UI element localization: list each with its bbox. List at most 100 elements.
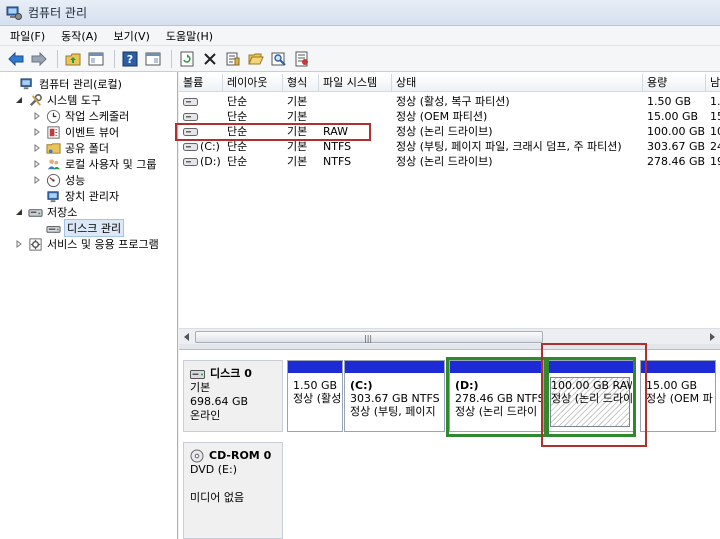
collapsed-triangle-icon[interactable]: [32, 143, 42, 153]
cell-status: 정상 (논리 드라이브): [396, 155, 493, 168]
menu-view[interactable]: 보기(V): [114, 28, 150, 44]
tree-label: 성능: [65, 174, 86, 187]
forward-arrow-icon[interactable]: [29, 49, 49, 69]
tree-item-local-users[interactable]: 로컬 사용자 및 그룹: [32, 156, 156, 172]
partition-c[interactable]: (C:) 303.67 GB NTFS 정상 (부팅, 페이지: [344, 360, 445, 432]
partition-oem[interactable]: 15.00 GB 정상 (OEM 파: [640, 360, 716, 432]
storage-icon: [28, 208, 43, 217]
clock-icon: [46, 109, 61, 123]
column-volume[interactable]: 볼륨: [179, 74, 223, 92]
disk-0-label[interactable]: 디스크 0 기본 698.64 GB 온라인: [183, 360, 283, 432]
cell-free-space: 24: [710, 140, 720, 153]
partition-text: 15.00 GB 정상 (OEM 파: [646, 379, 713, 405]
refresh-icon[interactable]: [177, 49, 197, 69]
search-icon[interactable]: [269, 49, 289, 69]
scrollbar-thumb[interactable]: |||: [195, 331, 543, 343]
column-layout[interactable]: 레이아웃: [223, 74, 283, 92]
table-row[interactable]: 단순 기본 정상 (OEM 파티션) 15.00 GB 15.: [179, 109, 720, 124]
volume-icon: [183, 143, 198, 151]
cell-capacity: 278.46 GB: [647, 155, 706, 168]
expanded-triangle-icon[interactable]: [14, 95, 24, 105]
column-capacity[interactable]: 용량: [643, 74, 706, 92]
menu-action[interactable]: 동작(A): [61, 28, 97, 44]
toolbar-separator: [171, 49, 172, 68]
expanded-triangle-icon[interactable]: [14, 207, 24, 217]
title-bar: 컴퓨터 관리: [0, 0, 720, 26]
horizontal-scrollbar[interactable]: |||: [179, 328, 720, 344]
menu-file[interactable]: 파일(F): [10, 28, 45, 44]
up-folder-icon[interactable]: [63, 49, 83, 69]
expander-icon[interactable]: [6, 79, 16, 89]
tree-label: 공유 폴더: [65, 142, 109, 155]
tree-label: 로컬 사용자 및 그룹: [65, 158, 157, 171]
show-hide-tree-icon[interactable]: [86, 49, 106, 69]
open-folder-icon[interactable]: [246, 49, 266, 69]
partition-text: 100.00 GB RAW 정상 (논리 드라이: [551, 379, 632, 405]
partition-text: (C:) 303.67 GB NTFS 정상 (부팅, 페이지: [350, 379, 440, 418]
window-title: 컴퓨터 관리: [28, 6, 88, 20]
collapsed-triangle-icon[interactable]: [14, 239, 24, 249]
tree-item-device-manager[interactable]: 장치 관리자: [32, 188, 119, 204]
collapsed-triangle-icon[interactable]: [32, 111, 42, 121]
scroll-left-arrow-icon[interactable]: [182, 332, 192, 342]
tree-item-performance[interactable]: 성능: [32, 172, 85, 188]
cell-status: 정상 (OEM 파티션): [396, 110, 488, 123]
cell-capacity: 100.00 GB: [647, 125, 706, 138]
table-row[interactable]: (C:) 단순 기본 NTFS 정상 (부팅, 페이지 파일, 크래시 덤프, …: [179, 139, 720, 154]
toolbar: ?: [0, 46, 720, 72]
svg-text:?: ?: [127, 53, 133, 66]
toolbar-separator: [57, 49, 58, 68]
collapsed-triangle-icon[interactable]: [32, 159, 42, 169]
tree-item-storage[interactable]: 저장소: [14, 204, 77, 220]
properties-icon[interactable]: [223, 49, 243, 69]
cdrom-0-title: CD-ROM 0: [209, 449, 272, 462]
scroll-right-arrow-icon[interactable]: [707, 332, 717, 342]
partition-raw[interactable]: 100.00 GB RAW 정상 (논리 드라이: [545, 360, 635, 432]
cdrom-0-label[interactable]: CD-ROM 0 DVD (E:) 미디어 없음: [183, 442, 283, 539]
cell-free-space: 10: [710, 125, 720, 138]
action-pane-icon[interactable]: [143, 49, 163, 69]
table-row[interactable]: 단순 기본 정상 (활성, 복구 파티션) 1.50 GB 1.5: [179, 94, 720, 109]
volume-icon: [183, 98, 198, 106]
partition-d[interactable]: (D:) 278.46 GB NTFS 정상 (논리 드라이: [449, 360, 544, 432]
cell-filesystem: NTFS: [323, 140, 352, 153]
expander-placeholder: [32, 191, 42, 201]
tree-item-event-viewer[interactable]: 이벤트 뷰어: [32, 124, 119, 140]
tree-item-shared-folders[interactable]: 공유 폴더: [32, 140, 109, 156]
column-filesystem[interactable]: 파일 시스템: [319, 74, 392, 92]
tree-item-computer-management[interactable]: 컴퓨터 관리(로컬): [6, 76, 122, 92]
delete-icon[interactable]: [200, 49, 220, 69]
help-icon[interactable]: ?: [120, 49, 140, 69]
export-list-icon[interactable]: [292, 49, 312, 69]
back-arrow-icon[interactable]: [6, 49, 26, 69]
tree-label: 컴퓨터 관리(로컬): [39, 78, 122, 91]
table-row[interactable]: 단순 기본 RAW 정상 (논리 드라이브) 100.00 GB 10: [179, 124, 720, 139]
computer-management-icon: [6, 6, 22, 20]
cell-volume: [179, 124, 223, 139]
cell-free-space: 1.5: [710, 95, 720, 108]
partition-recovery[interactable]: 1.50 GB 정상 (활성: [287, 360, 343, 432]
tree-item-disk-management[interactable]: 디스크 관리: [32, 219, 125, 237]
tree-item-system-tools[interactable]: 시스템 도구: [14, 92, 101, 108]
cdrom-0-drive: DVD (E:): [190, 463, 238, 476]
tree-item-task-scheduler[interactable]: 작업 스케줄러: [32, 108, 129, 124]
cell-layout: 단순: [227, 140, 248, 153]
tree-item-services[interactable]: 서비스 및 응용 프로그램: [14, 236, 159, 252]
logical-partition-bar: [450, 361, 543, 373]
primary-partition-bar: [288, 361, 342, 373]
cell-status: 정상 (부팅, 페이지 파일, 크래시 덤프, 주 파티션): [396, 140, 622, 153]
column-free-space[interactable]: 남: [706, 74, 720, 92]
hard-disk-icon: [190, 369, 205, 379]
computer-management-icon: [20, 77, 32, 89]
expander-placeholder: [32, 223, 42, 233]
table-row[interactable]: (D:) 단순 기본 NTFS 정상 (논리 드라이브) 278.46 GB 1…: [179, 154, 720, 169]
collapsed-triangle-icon[interactable]: [32, 127, 42, 137]
menu-help[interactable]: 도움말(H): [166, 28, 213, 44]
column-status[interactable]: 상태: [392, 74, 643, 92]
cell-type: 기본: [287, 95, 308, 108]
cell-status: 정상 (활성, 복구 파티션): [396, 95, 510, 108]
cell-type: 기본: [287, 110, 308, 123]
cell-type: 기본: [287, 155, 308, 168]
collapsed-triangle-icon[interactable]: [32, 175, 42, 185]
column-type[interactable]: 형식: [283, 74, 319, 92]
